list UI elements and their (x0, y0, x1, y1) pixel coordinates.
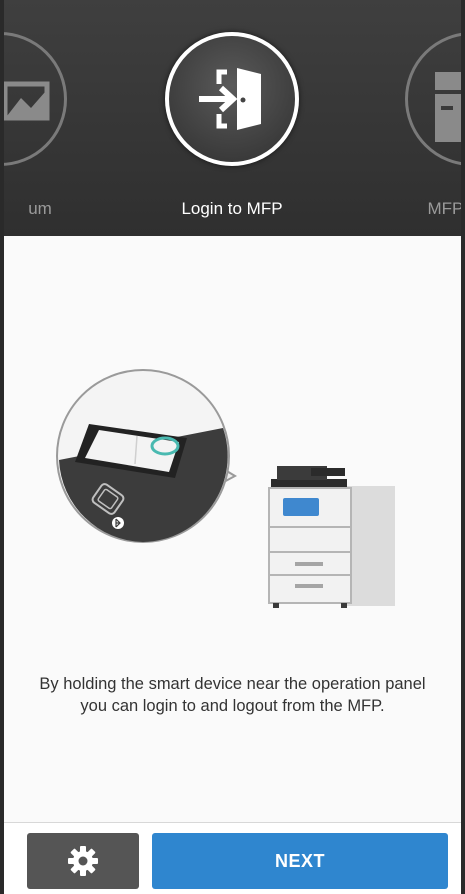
feature-item-mfp[interactable]: MFP / (392, 0, 465, 236)
feature-carousel[interactable]: um Login to MFP MFP (0, 0, 465, 236)
gear-icon (68, 846, 98, 876)
settings-button[interactable] (27, 833, 139, 889)
next-button[interactable]: NEXT (152, 833, 448, 889)
feature-label-login: Login to MFP (181, 199, 283, 218)
feature-item-album[interactable]: um (0, 0, 80, 236)
bluetooth-icon (112, 517, 124, 529)
zoom-bubble (56, 369, 238, 543)
description-line-1: By holding the smart device near the ope… (39, 675, 426, 693)
screen-edge-right (461, 0, 465, 894)
login-door-icon (199, 68, 261, 130)
feature-label-album: um (28, 199, 52, 218)
app-screen: um Login to MFP MFP By holding the smart… (0, 0, 465, 894)
mfp-printer (268, 466, 352, 608)
album-circle (0, 32, 67, 166)
bottom-action-bar: NEXT (0, 822, 465, 894)
feature-label-mfp: MFP / (427, 199, 465, 218)
login-description: By holding the smart device near the ope… (10, 673, 455, 717)
mfp-circle (405, 32, 465, 166)
feature-item-login[interactable]: Login to MFP (152, 0, 312, 236)
main-content: By holding the smart device near the ope… (0, 236, 465, 820)
screen-edge-left (0, 0, 4, 894)
mfp-device-icon (435, 72, 465, 142)
image-album-icon (2, 81, 50, 121)
nfc-login-illustration (56, 369, 395, 608)
login-circle (165, 32, 299, 166)
description-line-2: you can login to and logout from the MFP… (80, 697, 385, 715)
